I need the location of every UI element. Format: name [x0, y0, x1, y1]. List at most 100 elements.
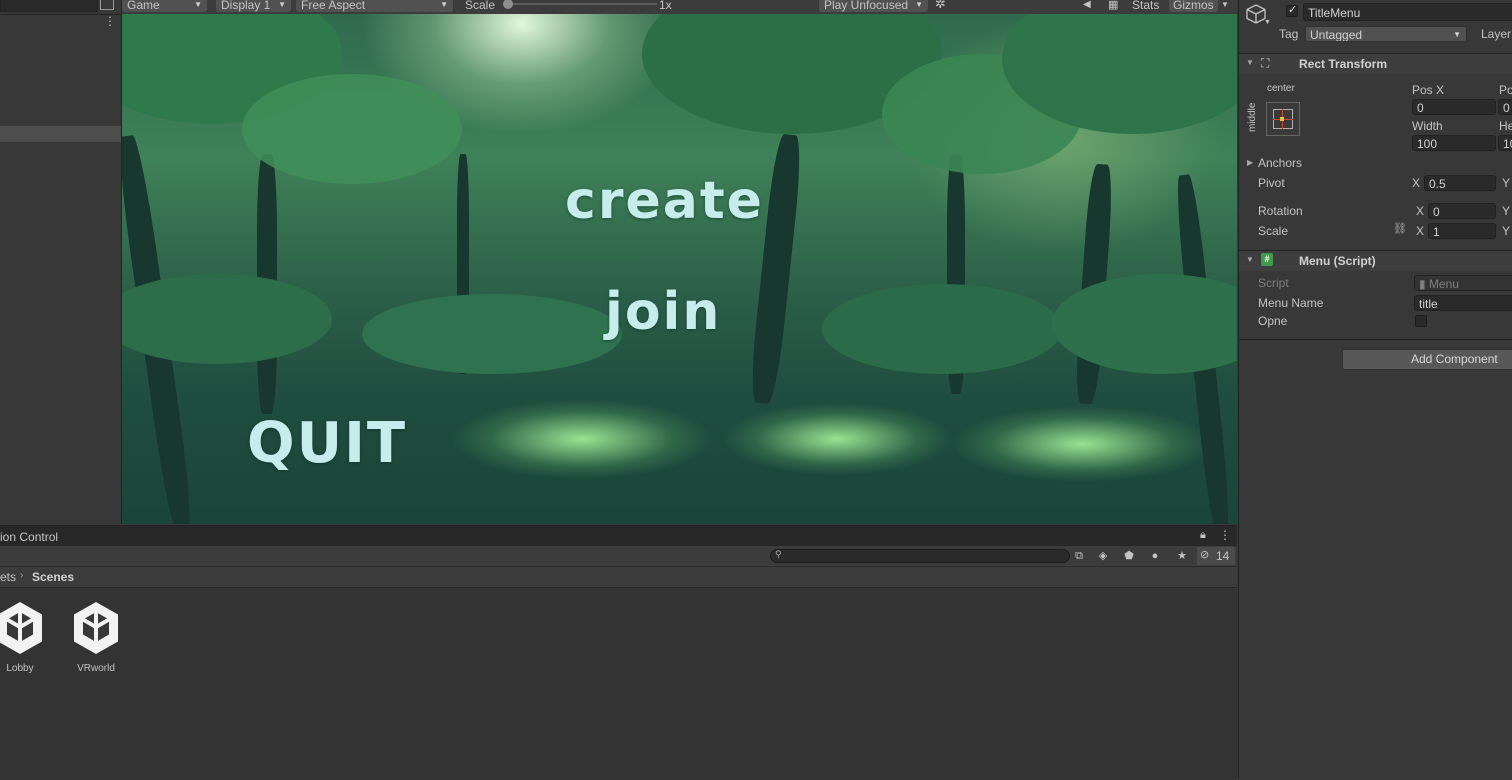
menu-script-header[interactable]: ▼ # Menu (Script): [1239, 250, 1512, 271]
layer-label: Layer: [1481, 27, 1512, 41]
active-checkbox[interactable]: ✓: [1286, 4, 1298, 17]
hierarchy-search-input[interactable]: [0, 0, 98, 12]
gizmos-button[interactable]: Gizmos: [1169, 0, 1218, 12]
rotation-x-field[interactable]: 0: [1428, 203, 1496, 219]
gizmos-dropdown-icon[interactable]: ▼: [1221, 0, 1229, 12]
rect-transform-header[interactable]: ▼ ⛶ Rect Transform: [1239, 53, 1512, 74]
scale-x-field[interactable]: 1: [1428, 223, 1496, 239]
scale-slider[interactable]: [503, 0, 657, 9]
game-view-dropdown[interactable]: Game: [122, 0, 207, 12]
tag-dropdown[interactable]: Untagged ▼: [1305, 26, 1467, 42]
aspect-dropdown[interactable]: Free Aspect: [296, 0, 453, 12]
scale-y-label: Y: [1502, 224, 1511, 238]
filter-by-type-icon[interactable]: ◈: [1094, 548, 1112, 564]
search-by-type-icon[interactable]: ⧉: [1070, 548, 1088, 564]
project-search-input[interactable]: ⚲: [770, 549, 1070, 563]
unity-scene-icon: [74, 602, 118, 654]
bushes: [822, 284, 1062, 374]
anchor-preset-button[interactable]: [1266, 102, 1300, 136]
rotation-x-label: X: [1416, 204, 1425, 218]
game-toolbar: Game Display 1 Free Aspect Scale 1x Play…: [122, 0, 1237, 15]
pos-x-field[interactable]: 0: [1412, 99, 1496, 115]
height-label: He: [1499, 119, 1512, 133]
scale-label: Scale: [1258, 224, 1289, 238]
create-button[interactable]: create: [565, 171, 764, 231]
asset-grid: Lobby VRworld: [0, 588, 1237, 780]
collapse-icon[interactable]: ▼: [1246, 255, 1254, 264]
hierarchy-panel: ⋮: [0, 0, 122, 524]
quit-button[interactable]: QUIT: [247, 411, 407, 476]
hidden-packages-toggle[interactable]: ⊘ 14: [1197, 547, 1235, 565]
scale-x-label: X: [1416, 224, 1425, 238]
script-file-icon: ▮: [1419, 277, 1429, 291]
checkmark-icon: ✓: [1288, 4, 1298, 16]
anchors-foldout[interactable]: Anchors: [1258, 156, 1302, 170]
anchor-dot: [1280, 117, 1284, 121]
filter-by-label-icon[interactable]: ⬟: [1120, 548, 1138, 564]
scale-value: 1x: [659, 0, 672, 12]
menu-script-title: Menu (Script): [1299, 254, 1376, 268]
pivot-y-label: Y: [1502, 176, 1511, 190]
maximize-icon[interactable]: [100, 0, 114, 10]
section-divider: [1239, 339, 1512, 340]
script-value: Menu: [1428, 277, 1459, 291]
pos-x-label: Pos X: [1412, 83, 1445, 97]
menu-name-field[interactable]: title: [1414, 295, 1512, 311]
project-tabbar: ion Control 🔒︎ ⋮: [0, 526, 1237, 546]
pivot-label: Pivot: [1258, 176, 1285, 190]
hierarchy-selected-row[interactable]: [0, 126, 121, 142]
project-tab-title[interactable]: ion Control: [0, 530, 58, 544]
script-field: ▮ Menu: [1414, 275, 1512, 291]
join-button[interactable]: join: [605, 282, 721, 342]
asset-label: VRworld: [77, 663, 115, 674]
constrain-proportions-icon[interactable]: ⛓: [1393, 222, 1407, 235]
add-component-button[interactable]: Add Component: [1342, 349, 1512, 370]
chevron-down-icon: ▼: [1453, 30, 1461, 39]
game-view[interactable]: create join QUIT: [122, 14, 1237, 524]
collapse-icon[interactable]: ▼: [1246, 58, 1254, 67]
width-label: Width: [1412, 119, 1443, 133]
unity-scene-icon: [0, 602, 42, 654]
stats-button[interactable]: Stats: [1132, 0, 1159, 12]
tag-label: Tag: [1279, 27, 1299, 41]
vertical-dots-icon[interactable]: ⋮: [104, 15, 116, 27]
rotation-label: Rotation: [1258, 204, 1303, 218]
script-label: Script: [1258, 276, 1289, 290]
project-toolbar: ⚲ ⧉ ◈ ⬟ ● ★ ⊘ 14: [0, 546, 1237, 567]
foliage: [242, 74, 462, 184]
rotation-y-label: Y: [1502, 204, 1511, 218]
breadcrumb-separator-icon: ›: [20, 570, 24, 581]
pos-y-field[interactable]: 0: [1498, 99, 1512, 115]
favorite-star-icon[interactable]: ★: [1173, 548, 1191, 564]
breadcrumb-current[interactable]: Scenes: [32, 570, 74, 584]
width-field[interactable]: 100: [1412, 135, 1496, 151]
bushes: [122, 274, 332, 364]
object-name-field[interactable]: TitleMenu: [1303, 3, 1512, 21]
display-dropdown[interactable]: Display 1: [216, 0, 291, 12]
menu-name-label: Menu Name: [1258, 296, 1324, 310]
eye-slash-icon: ⊘: [1200, 549, 1210, 561]
vertical-dots-icon[interactable]: ⋮: [1219, 528, 1231, 542]
lock-icon[interactable]: 🔒︎: [1200, 529, 1206, 542]
breadcrumb-parent[interactable]: ets: [0, 570, 16, 584]
opne-checkbox[interactable]: [1415, 315, 1427, 327]
rect-transform-title: Rect Transform: [1299, 57, 1388, 71]
play-mode-dropdown[interactable]: Play Unfocused: [819, 0, 928, 12]
opne-label: Opne: [1258, 314, 1288, 328]
height-field[interactable]: 10: [1498, 135, 1512, 151]
anchor-horizontal-label: center: [1267, 83, 1295, 94]
tag-value: Untagged: [1310, 28, 1363, 42]
log-icon[interactable]: ●: [1146, 548, 1164, 564]
inspector-panel: ▼ ✓ TitleMenu Tag Untagged ▼ Layer ▼ ⛶ R…: [1238, 0, 1512, 779]
asset-item[interactable]: VRworld: [61, 600, 131, 674]
asset-item[interactable]: Lobby: [0, 600, 55, 674]
icon-dropdown-icon[interactable]: ▼: [1264, 19, 1271, 26]
pivot-x-field[interactable]: 0.5: [1424, 175, 1496, 191]
audio-mute-icon[interactable]: ◀︎: [1083, 0, 1091, 12]
bug-icon[interactable]: ✲: [935, 0, 946, 11]
grid-stats-icon[interactable]: ▦: [1108, 0, 1118, 12]
rect-transform-icon: ⛶: [1261, 56, 1270, 70]
scale-slider-thumb[interactable]: [503, 0, 513, 9]
hidden-count: 14: [1216, 549, 1230, 563]
expand-icon[interactable]: ▶: [1247, 158, 1253, 167]
